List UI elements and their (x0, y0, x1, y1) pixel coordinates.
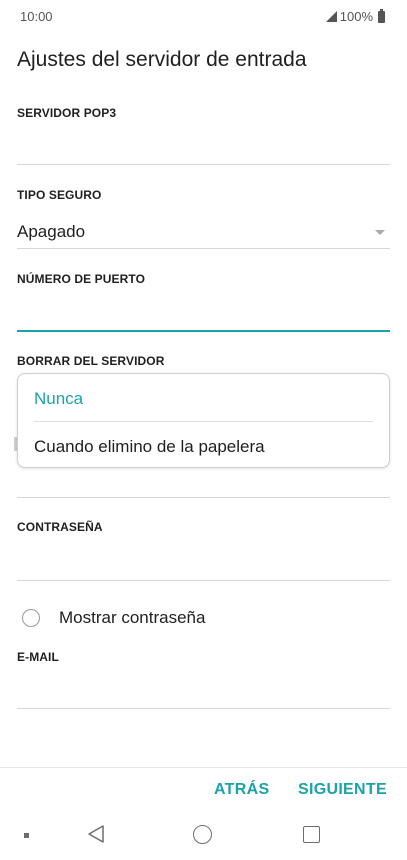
delete-from-server-underline (17, 497, 390, 498)
dropdown-arrow-icon[interactable] (375, 230, 385, 235)
nav-dot-icon[interactable] (24, 833, 29, 838)
signal-icon (325, 11, 337, 22)
port-number-underline (17, 330, 390, 332)
delete-from-server-label: BORRAR DEL SERVIDOR (17, 354, 165, 368)
delete-option-popup: Nunca Cuando elimino de la papelera (17, 373, 390, 468)
back-button[interactable]: ATRÁS (214, 781, 269, 799)
port-number-input[interactable] (17, 298, 390, 330)
email-input[interactable] (17, 674, 390, 708)
password-input[interactable] (17, 546, 390, 580)
show-password-toggle[interactable]: Mostrar contraseña (22, 608, 205, 628)
popup-divider (34, 421, 373, 422)
show-password-label: Mostrar contraseña (59, 608, 206, 627)
security-type-label: TIPO SEGURO (17, 188, 102, 202)
nav-home-icon[interactable] (193, 825, 212, 844)
battery-percent: 100% (339, 9, 373, 24)
pop3-server-label: SERVIDOR POP3 (17, 106, 117, 120)
email-underline (17, 708, 390, 709)
password-underline (17, 580, 390, 581)
page-title: Ajustes del servidor de entrada (17, 48, 307, 71)
status-time: 10:00 (20, 9, 53, 24)
pop3-server-underline (17, 164, 390, 165)
nav-recent-apps-icon[interactable] (303, 826, 320, 843)
battery-icon (378, 8, 385, 23)
next-button[interactable]: SIGUIENTE (298, 781, 387, 799)
password-label: CONTRASEÑA (17, 520, 103, 534)
incoming-server-settings-screen: 10:00 100% Ajustes del servidor de entra… (0, 0, 407, 860)
popup-option-when-emptying-trash[interactable]: Cuando elimino de la papelera (34, 437, 265, 457)
security-type-underline (17, 248, 390, 249)
pop3-server-input[interactable] (17, 130, 390, 164)
system-nav-bar (0, 812, 407, 860)
status-bar: 10:00 100% (0, 0, 407, 34)
status-indicators: 100% (325, 8, 385, 24)
email-label: E-MAIL (17, 650, 59, 664)
nav-back-icon[interactable] (86, 824, 106, 844)
radio-unchecked-icon[interactable] (22, 609, 40, 627)
security-type-dropdown[interactable]: Apagado (17, 222, 85, 242)
port-number-label: NÚMERO DE PUERTO (17, 272, 146, 286)
action-bar-divider (0, 767, 407, 768)
popup-option-never[interactable]: Nunca (34, 389, 83, 409)
